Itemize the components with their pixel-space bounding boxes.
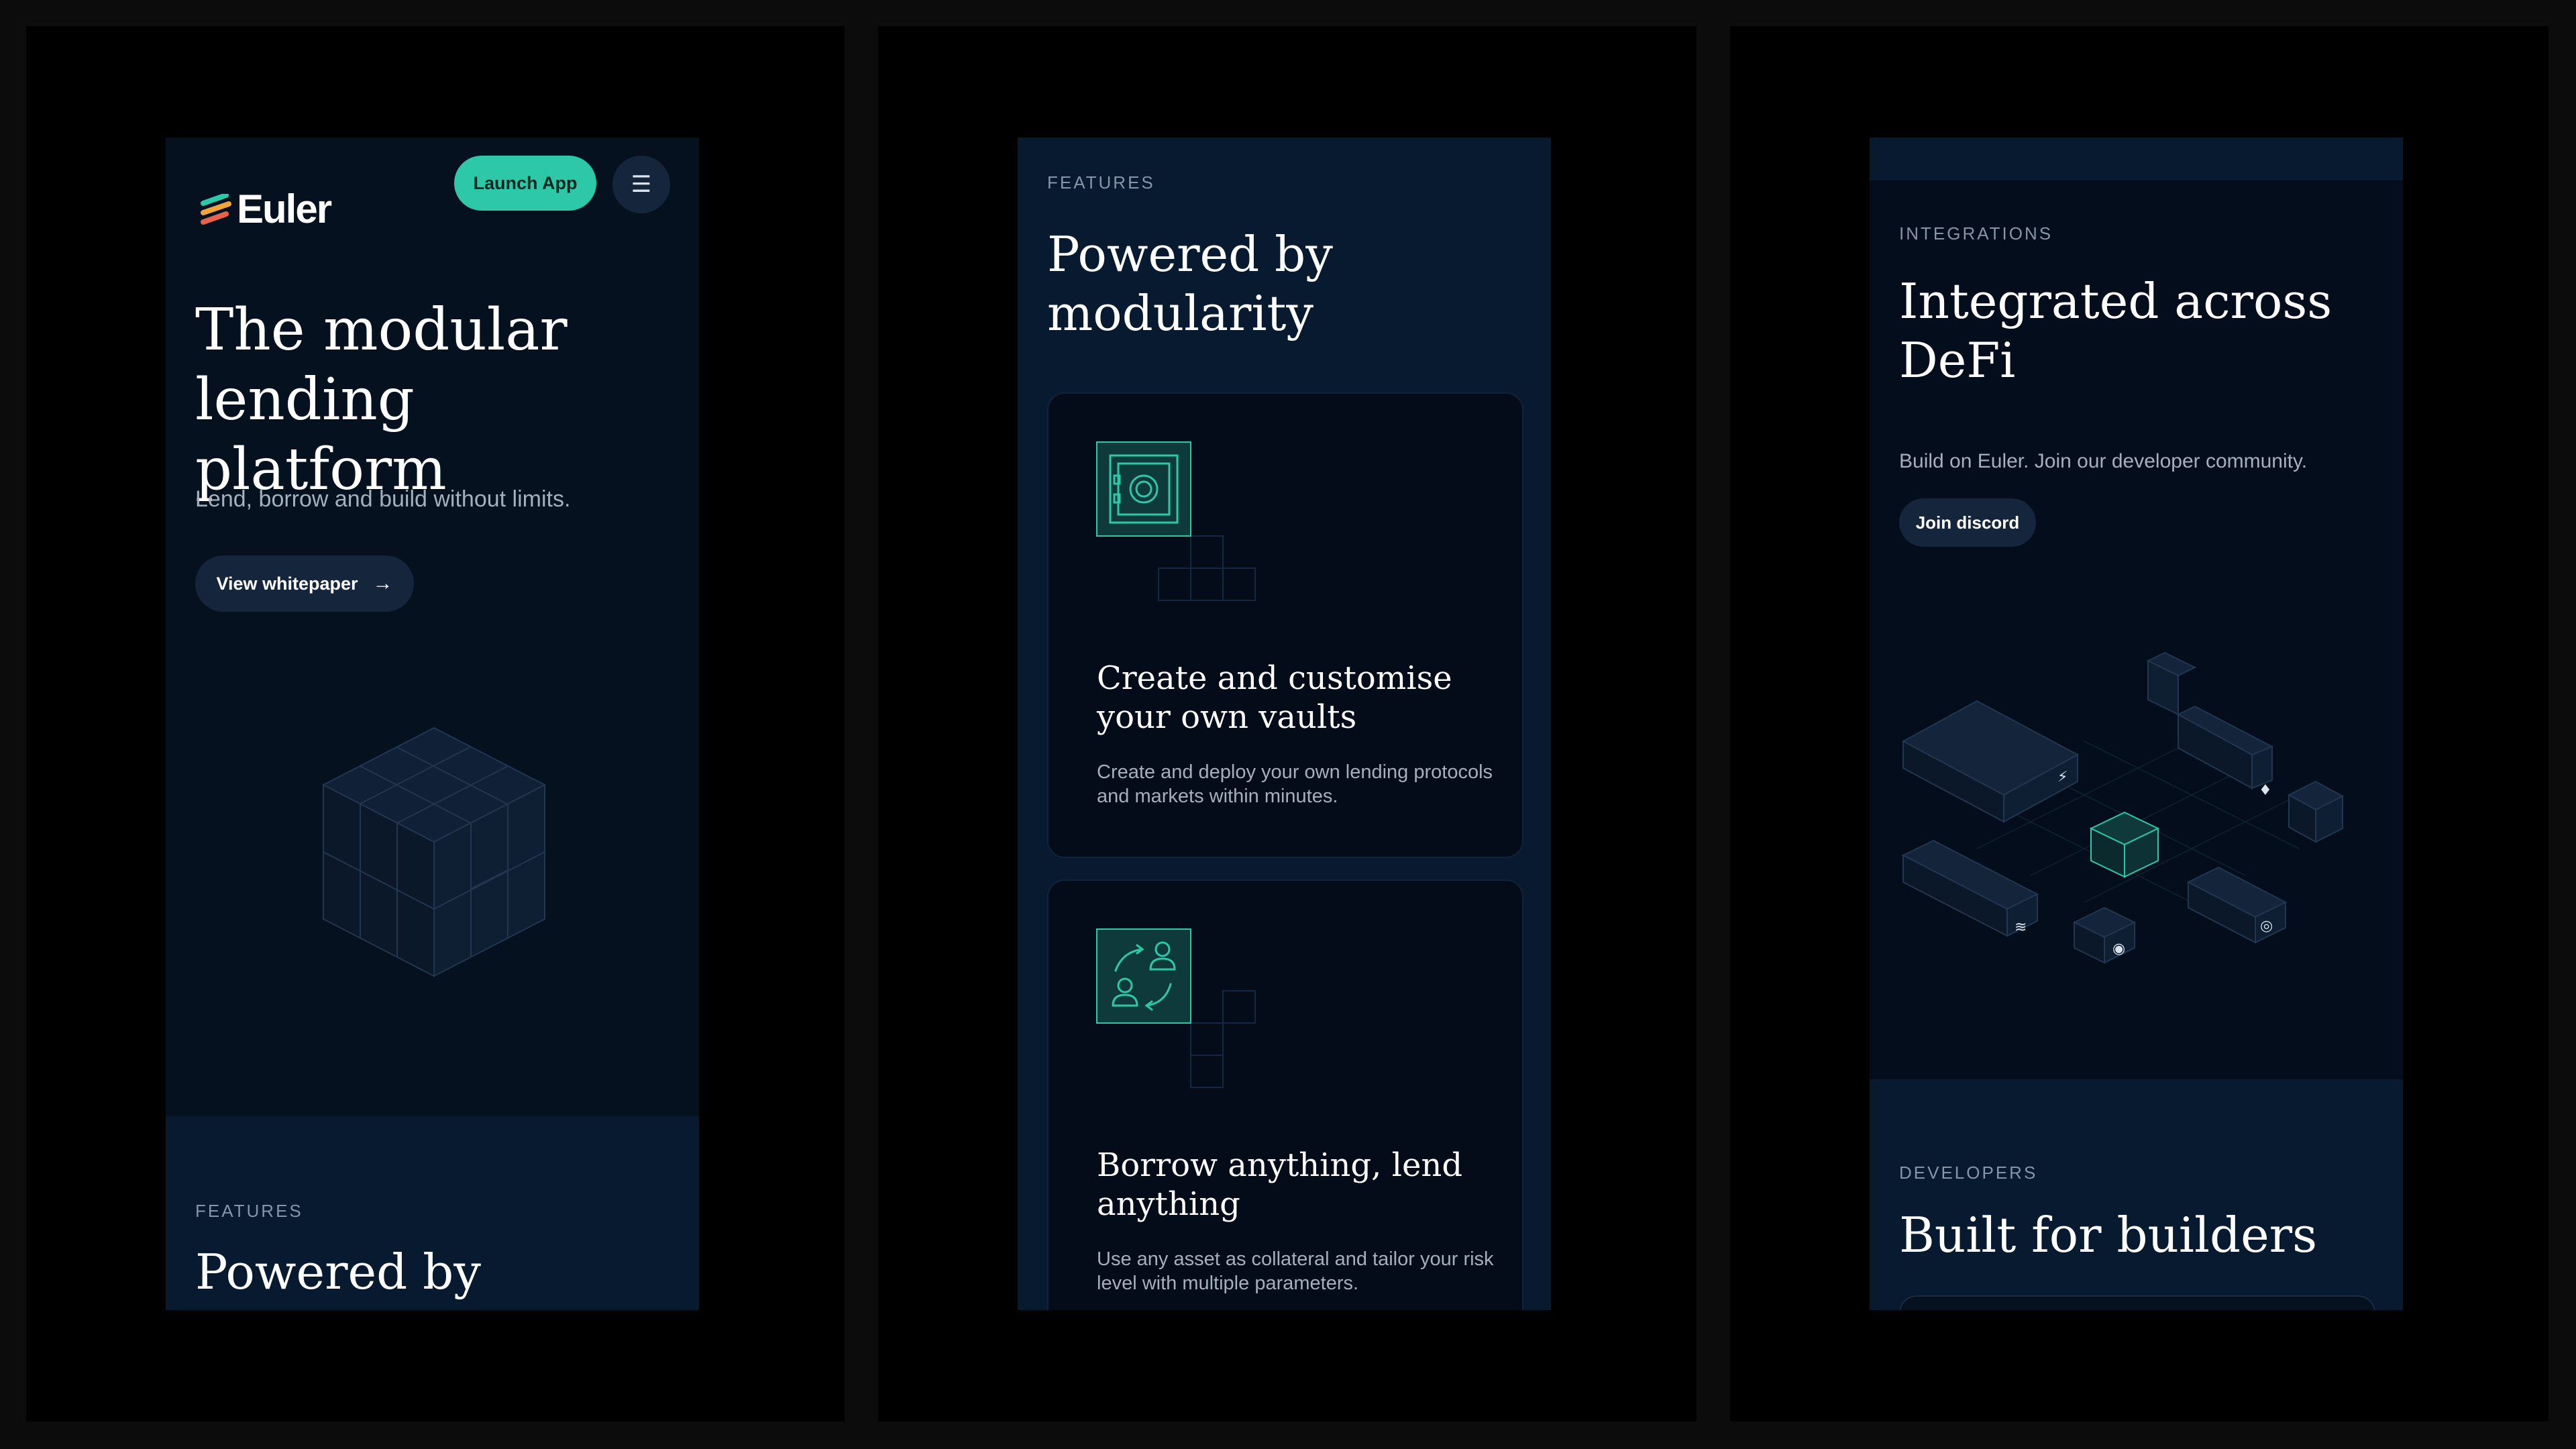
features-title: Powered by modularity — [1047, 226, 1333, 341]
modular-cube-illustration — [321, 727, 547, 977]
features-eyebrow: FEATURES — [1047, 172, 1155, 193]
feature-card-borrow: Borrow anything, lend anything Use any a… — [1047, 879, 1523, 1310]
euler-logo-icon — [201, 193, 231, 225]
whitepaper-label: View whitepaper — [216, 573, 358, 594]
vault-icon — [1096, 441, 1256, 601]
top-band — [1870, 138, 2403, 180]
card-title: Create and customise your own vaults — [1097, 659, 1452, 736]
screenshot-panel-3: INTEGRATIONS Integrated across DeFi Buil… — [1730, 26, 2548, 1421]
mobile-screen-home: Euler Launch App ☰ The modular lending p… — [166, 138, 699, 1310]
integrations-eyebrow: INTEGRATIONS — [1899, 223, 2053, 244]
developer-card — [1899, 1295, 2375, 1310]
mobile-screen-features: FEATURES Powered by modularity Create an… — [1018, 138, 1551, 1310]
feature-card-vaults: Create and customise your own vaults Cre… — [1047, 392, 1523, 858]
hero-title: The modular lending platform — [195, 297, 568, 503]
hamburger-icon: ☰ — [631, 172, 652, 197]
integrations-title: Integrated across DeFi — [1899, 273, 2332, 388]
features-title: Powered by — [195, 1244, 481, 1300]
card-description: Use any asset as collateral and tailor y… — [1097, 1248, 1494, 1294]
developers-title: Built for builders — [1899, 1207, 2318, 1263]
logo-wordmark: Euler — [237, 186, 332, 231]
euler-logo[interactable]: Euler — [199, 186, 332, 232]
features-eyebrow: FEATURES — [195, 1201, 303, 1221]
join-discord-button[interactable]: Join discord — [1899, 498, 2036, 547]
developers-section: DEVELOPERS Built for builders — [1870, 1079, 2403, 1310]
screenshot-panel-2: FEATURES Powered by modularity Create an… — [878, 26, 1697, 1421]
protocol-logo-icon: ♦ — [2259, 782, 2272, 799]
mobile-screen-integrations: INTEGRATIONS Integrated across DeFi Buil… — [1870, 138, 2403, 1310]
hero-subtitle: Lend, borrow and build without limits. — [195, 486, 571, 512]
protocol-logo-icon: ◉ — [2112, 941, 2125, 957]
exchange-users-icon — [1096, 928, 1256, 1088]
features-section: FEATURES Powered by — [166, 1116, 699, 1310]
protocol-logo-icon: ≋ — [2015, 919, 2027, 936]
developers-eyebrow: DEVELOPERS — [1899, 1163, 2038, 1183]
arrow-right-icon: → — [372, 572, 393, 594]
card-description: Create and deploy your own lending proto… — [1097, 761, 1493, 807]
integrations-subtitle: Build on Euler. Join our developer commu… — [1899, 450, 2308, 472]
launch-app-button[interactable]: Launch App — [454, 156, 596, 211]
protocol-logo-icon: ⚡ — [2057, 769, 2068, 786]
card-title: Borrow anything, lend anything — [1097, 1146, 1463, 1223]
defi-integrations-illustration: ⚡ ♦ ◎ ≋ ◉ — [1901, 651, 2345, 964]
screenshot-panel-1: Euler Launch App ☰ The modular lending p… — [26, 26, 845, 1421]
protocol-logo-icon: ◎ — [2260, 918, 2273, 934]
menu-button[interactable]: ☰ — [612, 156, 670, 213]
view-whitepaper-button[interactable]: View whitepaper → — [195, 555, 414, 612]
